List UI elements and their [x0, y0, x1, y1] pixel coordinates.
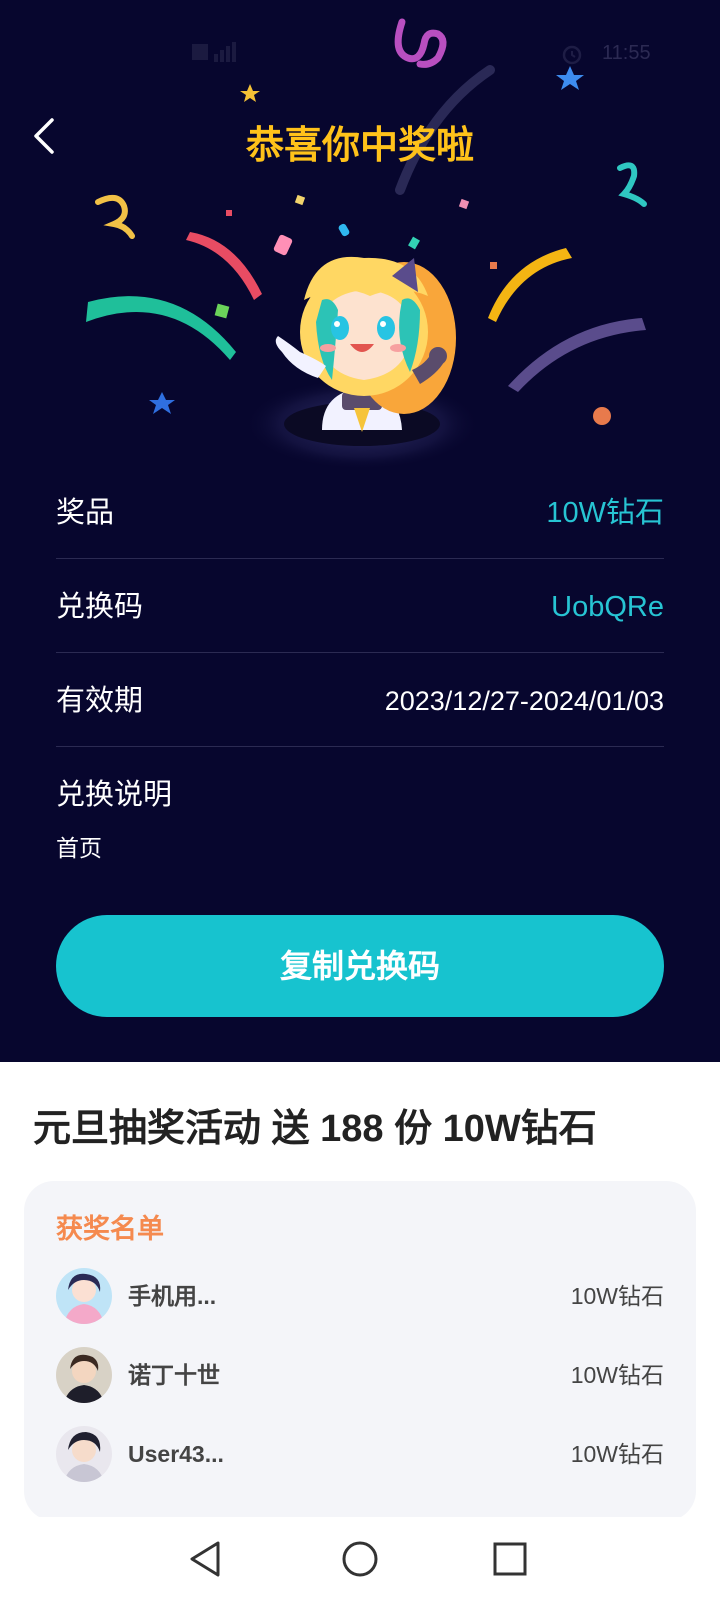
prize-row: 奖品 10W钻石 [56, 465, 664, 559]
redeem-code-value[interactable]: UobQRe [551, 587, 664, 627]
prize-label: 奖品 [56, 497, 115, 529]
winner-row: User43... 10W钻石 [56, 1426, 664, 1486]
status-bar: 11:55 [0, 30, 720, 74]
winner-name: User43... [128, 1441, 224, 1467]
square-recents-icon [493, 1542, 527, 1576]
winner-prize: 10W钻石 [570, 1283, 664, 1309]
activity-title: 元旦抽奖活动 送 188 份 10W钻石 [33, 1108, 597, 1150]
winners-title: 获奖名单 [56, 1214, 164, 1244]
alarm-icon [560, 42, 584, 71]
instructions-text: 首页 [56, 835, 102, 861]
code-row: 兑换码 UobQRe [56, 559, 664, 653]
winner-prize: 10W钻石 [570, 1362, 664, 1388]
validity-row: 有效期 2023/12/27-2024/01/03 [56, 653, 664, 747]
system-nav-bar [0, 1517, 720, 1600]
winner-name: 诺丁十世 [128, 1362, 220, 1388]
avatar [56, 1268, 112, 1324]
winners-card: 获奖名单 手机用... 10W钻石 诺丁十世 10W钻石 User43... 1… [24, 1181, 696, 1521]
winner-row: 手机用... 10W钻石 [56, 1268, 664, 1328]
code-label: 兑换码 [56, 591, 144, 623]
circle-home-icon [342, 1541, 378, 1577]
winner-row: 诺丁十世 10W钻石 [56, 1347, 664, 1407]
nav-home-button[interactable] [338, 1537, 382, 1581]
instructions-label: 兑换说明 [56, 779, 173, 811]
winner-name: 手机用... [128, 1283, 217, 1309]
status-right: 11:55 [560, 40, 700, 66]
prize-result-panel: 11:55 恭喜你中奖啦 奖品 10W钻石 兑换码 UobQRe 有效期 202… [0, 0, 720, 1062]
avatar [56, 1426, 112, 1482]
copy-code-button[interactable]: 复制兑换码 [56, 915, 664, 1017]
cell-signal-icon [192, 40, 288, 66]
status-time: 11:55 [602, 42, 651, 64]
validity-value: 2023/12/27-2024/01/03 [384, 686, 664, 716]
prize-details: 奖品 10W钻石 兑换码 UobQRe 有效期 2023/12/27-2024/… [56, 465, 664, 897]
avatar [56, 1347, 112, 1403]
triangle-back-icon [190, 1541, 220, 1577]
nav-back-button[interactable] [184, 1537, 228, 1581]
instructions-section: 兑换说明 首页 [56, 747, 664, 897]
winner-prize: 10W钻石 [570, 1441, 664, 1467]
page-title: 恭喜你中奖啦 [245, 125, 474, 167]
prize-value: 10W钻石 [546, 497, 664, 529]
validity-label: 有效期 [56, 685, 144, 717]
nav-recents-button[interactable] [488, 1537, 532, 1581]
